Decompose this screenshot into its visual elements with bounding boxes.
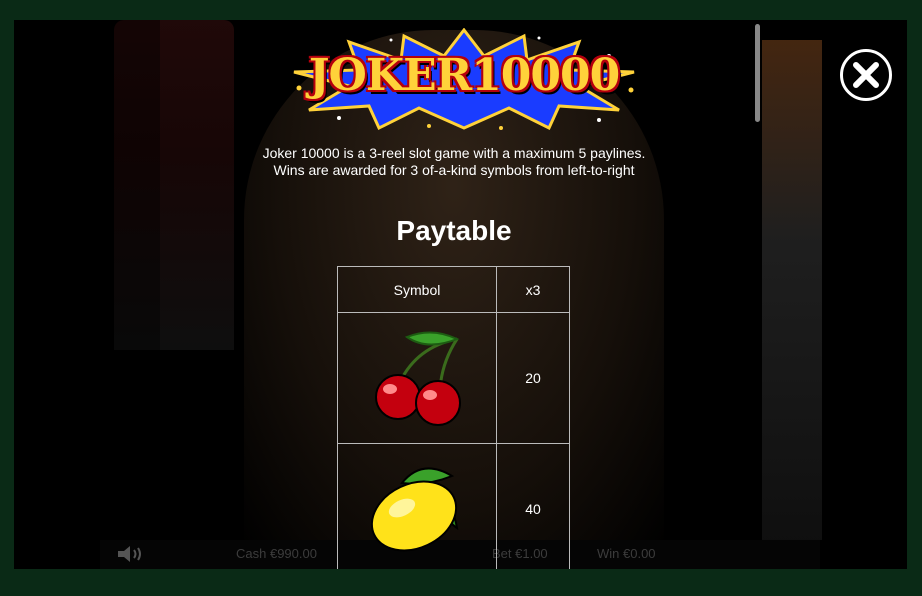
symbol-cell (337, 312, 497, 444)
scrollbar-thumb[interactable] (755, 24, 760, 122)
payout-cell: 40 (496, 443, 570, 569)
paytable-row: 20 (337, 312, 570, 444)
description-line-1: Joker 10000 is a 3-reel slot game with a… (262, 145, 646, 161)
paytable: Symbol x3 20 40 (337, 266, 570, 569)
speaker-icon[interactable] (116, 545, 146, 563)
lemon-icon (370, 467, 459, 551)
background-dim-strip (100, 20, 160, 540)
column-header-symbol: Symbol (337, 266, 497, 313)
game-frame: Cash €990.00 Bet €1.00 Win €0.00 JOKER10… (14, 20, 907, 569)
close-icon (853, 62, 879, 88)
game-description: Joker 10000 is a 3-reel slot game with a… (224, 145, 684, 179)
payout-cell: 20 (496, 312, 570, 444)
background-slot-machine-right (762, 40, 822, 540)
symbol-cell (337, 443, 497, 569)
description-line-2: Wins are awarded for 3 of-a-kind symbols… (273, 162, 635, 178)
cash-readout: Cash €990.00 (236, 546, 317, 561)
logo-text: JOKER10000 (308, 50, 621, 101)
game-logo: JOKER10000 (279, 28, 649, 133)
cherries-icon (375, 331, 461, 426)
paytable-heading: Paytable (396, 215, 512, 246)
column-header-x3: x3 (496, 266, 570, 313)
paytable-row: 40 (337, 443, 570, 569)
close-button[interactable] (840, 49, 892, 101)
paytable-header-row: Symbol x3 (337, 266, 570, 313)
win-readout: Win €0.00 (597, 546, 656, 561)
